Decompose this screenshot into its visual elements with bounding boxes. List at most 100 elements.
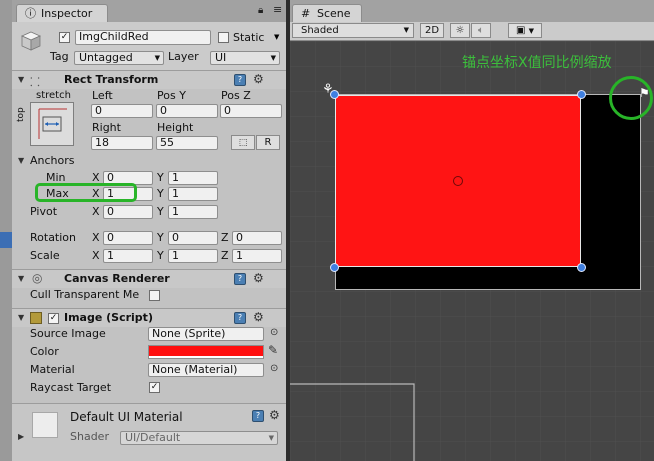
gameobject-cube-icon	[20, 30, 42, 52]
tab-scene[interactable]: # Scene	[292, 4, 362, 22]
scale-label: Scale	[30, 249, 60, 262]
inspector-tabbar: ⓘ Inspector 🔒︎ ≡	[12, 0, 286, 23]
help-icon[interactable]: ?	[234, 312, 246, 324]
chevron-down-icon: ▼	[270, 54, 276, 62]
shader-label: Shader	[70, 430, 109, 443]
2d-toggle-button[interactable]: 2D	[420, 23, 444, 38]
left-field[interactable]: 0	[91, 104, 153, 118]
tag-label: Tag	[50, 50, 69, 63]
anchor-preset-button[interactable]	[30, 102, 74, 146]
rot-z-letter: Z	[221, 231, 229, 244]
height-field[interactable]: 55	[156, 136, 218, 150]
pos-z-field[interactable]: 0	[220, 104, 282, 118]
lock-icon[interactable]: 🔒︎	[258, 5, 263, 16]
rot-y-letter: Y	[157, 231, 164, 244]
shader-dropdown[interactable]: UI/Default ▼	[120, 431, 278, 445]
foldout-arrow-icon[interactable]: ▶	[18, 432, 24, 441]
pos-z-label: Pos Z	[221, 89, 251, 102]
pivot-x-letter: X	[92, 205, 100, 218]
annotation-text: 锚点坐标X值同比例缩放	[462, 55, 612, 71]
static-checkbox[interactable]	[218, 32, 229, 43]
rot-y-field[interactable]: 0	[168, 231, 218, 245]
cull-transparent-label: Cull Transparent Me	[30, 288, 140, 301]
speaker-icon: 🔈︎	[478, 25, 484, 36]
rot-x-letter: X	[92, 231, 100, 244]
help-icon[interactable]: ?	[234, 74, 246, 86]
tag-value: Untagged	[79, 51, 133, 64]
canvas-renderer-icon: ◎	[32, 271, 43, 285]
canvas-renderer-header[interactable]: ▼ ◎ Canvas Renderer ? ⚙	[12, 269, 286, 288]
eyedropper-icon[interactable]: ✎	[268, 343, 278, 357]
tab-scene-label: Scene	[317, 7, 351, 20]
corner-handle-bottom-right[interactable]	[577, 263, 586, 272]
layer-label: Layer	[168, 50, 199, 63]
cull-transparent-checkbox[interactable]	[149, 290, 160, 301]
right-label: Right	[92, 121, 121, 134]
help-icon[interactable]: ?	[252, 410, 264, 422]
canvas-renderer-title: Canvas Renderer	[64, 272, 170, 285]
anchors-foldout-icon[interactable]: ▼	[18, 156, 24, 165]
left-panel-strip	[0, 0, 12, 461]
pivot-x-field[interactable]: 0	[103, 205, 153, 219]
effects-dropdown[interactable]: ▣ ▼	[508, 23, 542, 38]
pivot-y-field[interactable]: 1	[168, 205, 218, 219]
shader-value: UI/Default	[125, 431, 181, 444]
blueprint-icon: ⬚	[238, 138, 248, 148]
scene-toolbar: Shaded ▼ 2D ☼ 🔈︎ ▣ ▼	[290, 22, 654, 41]
layer-dropdown[interactable]: UI ▼	[210, 51, 280, 65]
material-label: Material	[30, 363, 75, 376]
scene-grid-icon: #	[301, 7, 311, 20]
pivot-label: Pivot	[30, 205, 58, 218]
corner-handle-bottom-left[interactable]	[330, 263, 339, 272]
lighting-toggle-button[interactable]: ☼	[450, 23, 470, 38]
scale-y-field[interactable]: 1	[168, 249, 218, 263]
tab-inspector[interactable]: ⓘ Inspector	[16, 4, 108, 22]
object-picker-icon[interactable]: ⊙	[270, 327, 278, 338]
static-dropdown-icon[interactable]: ▼	[274, 33, 279, 41]
rotation-label: Rotation	[30, 231, 77, 244]
tag-dropdown[interactable]: Untagged ▼	[74, 51, 164, 65]
gear-icon[interactable]: ⚙	[269, 408, 280, 422]
image-icon: ▣	[515, 25, 526, 36]
rect-transform-icon: ⸬	[30, 75, 40, 89]
rot-z-field[interactable]: 0	[232, 231, 282, 245]
shading-mode-dropdown[interactable]: Shaded ▼	[292, 23, 414, 38]
chevron-down-icon: ▼	[154, 54, 160, 62]
scale-z-field[interactable]: 1	[232, 249, 282, 263]
scene-view[interactable]: Shaded ▼ 2D ☼ 🔈︎ ▣ ▼ ⚘ ⚑ 锚点坐标X值同比例缩放	[290, 22, 654, 461]
gear-icon[interactable]: ⚙	[253, 310, 264, 324]
pos-y-label: Pos Y	[157, 89, 186, 102]
max-y-field[interactable]: 1	[168, 187, 218, 201]
max-highlight-box	[35, 183, 137, 202]
rect-transform-header[interactable]: ▼ ⸬ Rect Transform ? ⚙	[12, 70, 286, 89]
corner-handle-top-right[interactable]	[577, 90, 586, 99]
raw-edit-button[interactable]: R	[256, 135, 280, 150]
material-field[interactable]: None (Material)	[148, 363, 264, 377]
right-field[interactable]: 18	[91, 136, 153, 150]
layer-value: UI	[215, 51, 227, 64]
scale-x-field[interactable]: 1	[103, 249, 153, 263]
max-y-letter: Y	[157, 187, 164, 200]
alpha-bar	[149, 356, 263, 358]
blueprint-mode-button[interactable]: ⬚	[231, 135, 255, 150]
pivot-circle[interactable]	[453, 176, 463, 186]
audio-toggle-button[interactable]: 🔈︎	[471, 23, 491, 38]
color-swatch[interactable]	[148, 345, 264, 359]
tab-menu-icon[interactable]: ≡	[273, 3, 282, 16]
object-picker-icon[interactable]: ⊙	[270, 363, 278, 374]
raycast-target-checkbox[interactable]: ✓	[149, 382, 160, 393]
source-image-field[interactable]: None (Sprite)	[148, 327, 264, 341]
anchor-marker-left-icon[interactable]: ⚘	[322, 82, 334, 97]
help-icon[interactable]: ?	[234, 273, 246, 285]
scale-z-letter: Z	[221, 249, 229, 262]
active-checkbox[interactable]: ✓	[59, 32, 70, 43]
gear-icon[interactable]: ⚙	[253, 271, 264, 285]
rot-x-field[interactable]: 0	[103, 231, 153, 245]
gear-icon[interactable]: ⚙	[253, 72, 264, 86]
gameobject-name-field[interactable]: ImgChildRed	[75, 30, 211, 45]
image-enabled-checkbox[interactable]: ✓	[48, 313, 59, 324]
anchor-preset-stretch-label: stretch	[36, 90, 71, 101]
min-y-field[interactable]: 1	[168, 171, 218, 185]
pos-y-field[interactable]: 0	[156, 104, 218, 118]
image-script-header[interactable]: ▼ ✓ Image (Script) ? ⚙	[12, 308, 286, 327]
